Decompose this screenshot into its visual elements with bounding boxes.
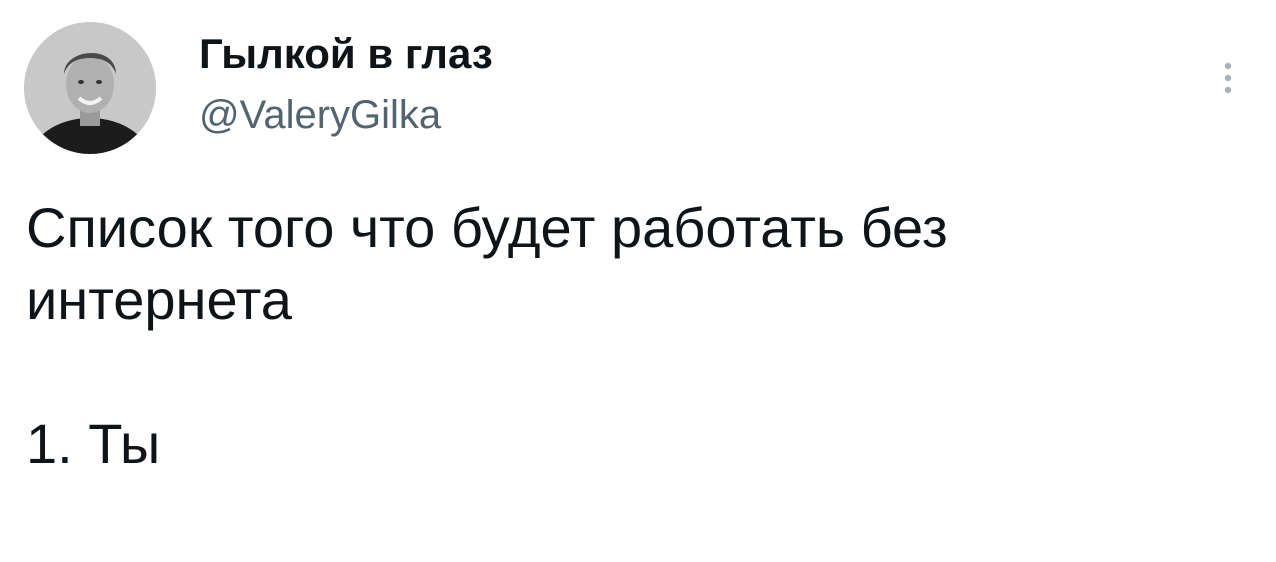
avatar[interactable]: [24, 22, 156, 154]
more-options-button[interactable]: [1206, 50, 1250, 106]
tweet-card: Гылкой в глаз @ValeryGilka Список того ч…: [0, 0, 1276, 562]
tweet-text-line: интернета: [26, 268, 292, 331]
author-display-name[interactable]: Гылкой в глаз: [199, 28, 493, 80]
more-vertical-icon: [1224, 62, 1232, 94]
tweet-text-line: 1. Ты: [26, 412, 161, 475]
tweet-text: Список того что будет работать без интер…: [26, 192, 1226, 480]
tweet-text-line: Список того что будет работать без: [26, 196, 948, 259]
author-handle[interactable]: @ValeryGilka: [199, 90, 441, 140]
user-avatar-icon: [24, 22, 156, 154]
